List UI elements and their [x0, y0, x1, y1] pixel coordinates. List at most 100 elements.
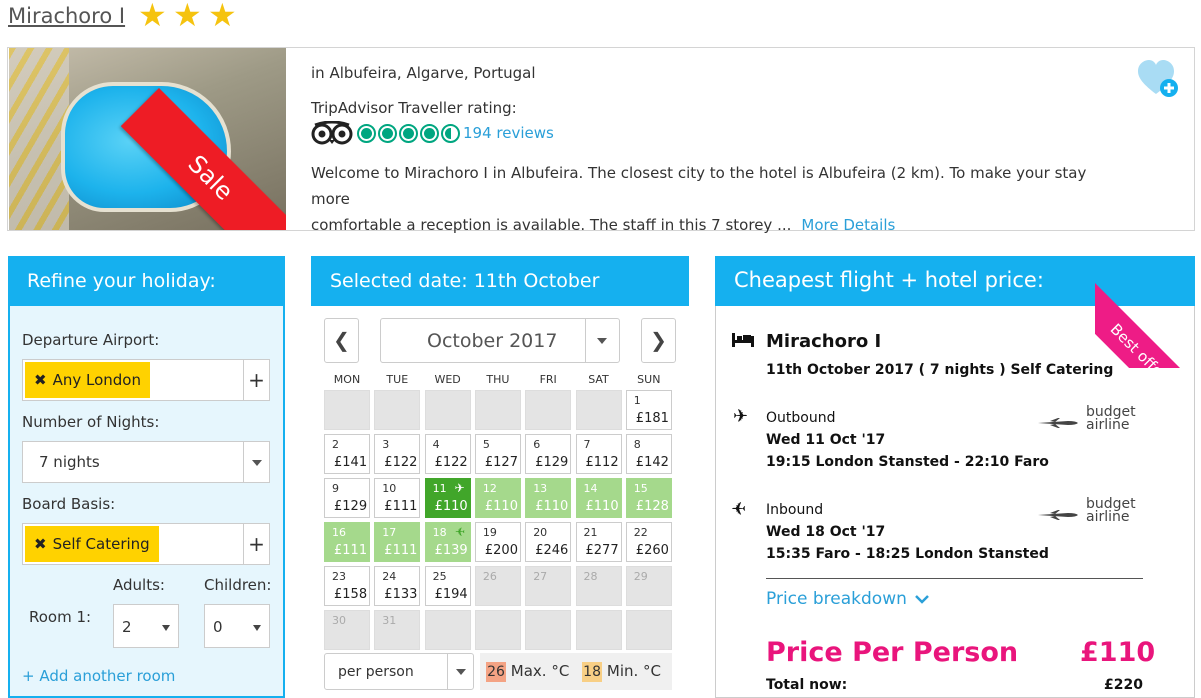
outbound-plane-icon: ✈: [733, 406, 749, 427]
add-departure-button[interactable]: +: [243, 360, 269, 400]
calendar-day-24[interactable]: 24 £133: [374, 566, 421, 606]
day-price: £127: [484, 455, 518, 470]
outbound-route: 19:15 London Stansted - 22:10 Faro: [766, 454, 1049, 470]
star-icon: ★: [173, 0, 202, 34]
hotel-title[interactable]: Mirachoro I: [8, 4, 125, 28]
total-value: £220: [1104, 677, 1143, 693]
calendar-day-17[interactable]: 17 £111: [374, 522, 421, 562]
star-icon: ★: [138, 0, 167, 34]
outbound-plane-icon: ✈: [454, 481, 465, 495]
next-month-button[interactable]: ❯: [641, 318, 676, 363]
calendar-day-4[interactable]: 4 £122: [424, 434, 471, 474]
prev-month-button[interactable]: ❮: [324, 318, 359, 363]
heart-plus-icon[interactable]: [1136, 58, 1182, 100]
add-room-link[interactable]: + Add another room: [22, 667, 175, 685]
calendar-day-20[interactable]: 20 £246: [525, 522, 572, 562]
calendar-day-28: 28: [575, 566, 622, 606]
day-price: £110: [535, 499, 569, 514]
total-label: Total now:: [766, 677, 848, 693]
remove-icon[interactable]: ✖: [34, 535, 47, 553]
stay-info: 11th October 2017 ( 7 nights ) Self Cate…: [766, 362, 1114, 378]
adults-label: Adults:: [113, 576, 165, 594]
chevron-down-icon: [253, 625, 261, 631]
rating-bubbles: [357, 124, 460, 143]
airline-logo: budget airline: [1038, 497, 1138, 532]
day-price: £122: [434, 455, 468, 470]
rating-bubble-icon: [357, 124, 376, 143]
reviews-link[interactable]: 194 reviews: [463, 124, 554, 142]
price-breakdown-toggle[interactable]: Price breakdown: [766, 589, 930, 609]
day-number: 30: [332, 614, 346, 627]
chevron-down-icon[interactable]: [585, 319, 619, 362]
calendar-day-12[interactable]: 12 £110: [474, 478, 521, 518]
calendar-day-3[interactable]: 3 £122: [374, 434, 421, 474]
remove-icon[interactable]: ✖: [34, 371, 47, 389]
star-icon: ★: [208, 0, 237, 34]
calendar-empty-cell: [525, 610, 572, 650]
calendar-day-31: 31: [374, 610, 421, 650]
day-number: 6: [533, 438, 541, 451]
calendar-day-11[interactable]: 11 £110 ✈: [424, 478, 471, 518]
departure-field[interactable]: ✖ Any London +: [22, 359, 270, 401]
inbound-label: Inbound: [766, 502, 824, 518]
tripadvisor-owl-icon: [311, 121, 353, 145]
chevron-down-icon: [915, 595, 930, 604]
calendar-day-19[interactable]: 19 £200: [474, 522, 521, 562]
calendar-day-25[interactable]: 25 £194: [424, 566, 471, 606]
calendar-day-10[interactable]: 10 £111: [374, 478, 421, 518]
calendar-day-5[interactable]: 5 £127: [474, 434, 521, 474]
rating-bubble-icon: [420, 124, 439, 143]
calendar-day-9[interactable]: 9 £129: [324, 478, 370, 518]
adults-select[interactable]: 2: [113, 604, 179, 648]
chevron-down-icon[interactable]: [447, 654, 473, 689]
price-mode-select[interactable]: per person: [324, 653, 474, 690]
children-select[interactable]: 0: [204, 604, 270, 648]
weekday-label: TUE: [386, 373, 409, 386]
calendar-day-1[interactable]: 1 £181: [625, 390, 672, 430]
day-price: £139: [434, 543, 468, 558]
calendar-day-23[interactable]: 23 £158: [324, 566, 370, 606]
calendar-day-2[interactable]: 2 £141: [324, 434, 370, 474]
day-number: 29: [633, 570, 648, 583]
calendar-day-18[interactable]: 18 £139 ✈: [424, 522, 471, 562]
price-per-person-value: £110: [1080, 637, 1156, 668]
outbound-label: Outbound: [766, 410, 836, 426]
day-price: £111: [334, 543, 368, 558]
calendar-empty-cell: [474, 610, 521, 650]
day-number: 5: [482, 438, 490, 451]
calendar-day-6[interactable]: 6 £129: [525, 434, 572, 474]
more-details-link[interactable]: More Details: [801, 216, 895, 234]
day-price: £110: [585, 499, 619, 514]
hotel-photo[interactable]: Sale: [9, 48, 286, 230]
day-number: 4: [432, 438, 440, 451]
inbound-plane-icon: ✈: [454, 525, 465, 539]
hotel-location: in Albufeira, Algarve, Portugal: [311, 64, 536, 82]
best-offer-ribbon: Best offer: [1095, 253, 1195, 368]
calendar-day-13[interactable]: 13 £110: [525, 478, 572, 518]
rating-bubble-icon: [399, 124, 418, 143]
calendar-day-14[interactable]: 14 £110: [575, 478, 622, 518]
inbound-date: Wed 18 Oct '17: [766, 524, 886, 540]
day-price: £133: [384, 587, 418, 602]
add-board-button[interactable]: +: [243, 524, 269, 564]
board-chip[interactable]: ✖ Self Catering: [25, 526, 159, 562]
calendar-day-8[interactable]: 8 £142: [625, 434, 672, 474]
board-field[interactable]: ✖ Self Catering +: [22, 523, 270, 565]
calendar-day-21[interactable]: 21 £277: [575, 522, 622, 562]
rating-bubble-icon: [378, 124, 397, 143]
calendar-day-7[interactable]: 7 £112: [575, 434, 622, 474]
day-number: 23: [332, 570, 346, 583]
rating-label: TripAdvisor Traveller rating:: [311, 99, 517, 117]
day-number: 10: [382, 482, 397, 495]
calendar-empty-cell: [424, 610, 471, 650]
calendar-day-15[interactable]: 15 £128: [625, 478, 672, 518]
calendar-day-22[interactable]: 22 £260: [625, 522, 672, 562]
day-price: £111: [384, 499, 418, 514]
month-select[interactable]: October 2017: [380, 318, 620, 363]
min-temp-badge: 18: [582, 661, 603, 682]
chevron-down-icon[interactable]: [243, 442, 269, 482]
nights-select[interactable]: 7 nights: [22, 441, 270, 483]
weekday-label: SUN: [637, 373, 661, 386]
calendar-day-16[interactable]: 16 £111: [324, 522, 370, 562]
departure-chip[interactable]: ✖ Any London: [25, 362, 150, 398]
